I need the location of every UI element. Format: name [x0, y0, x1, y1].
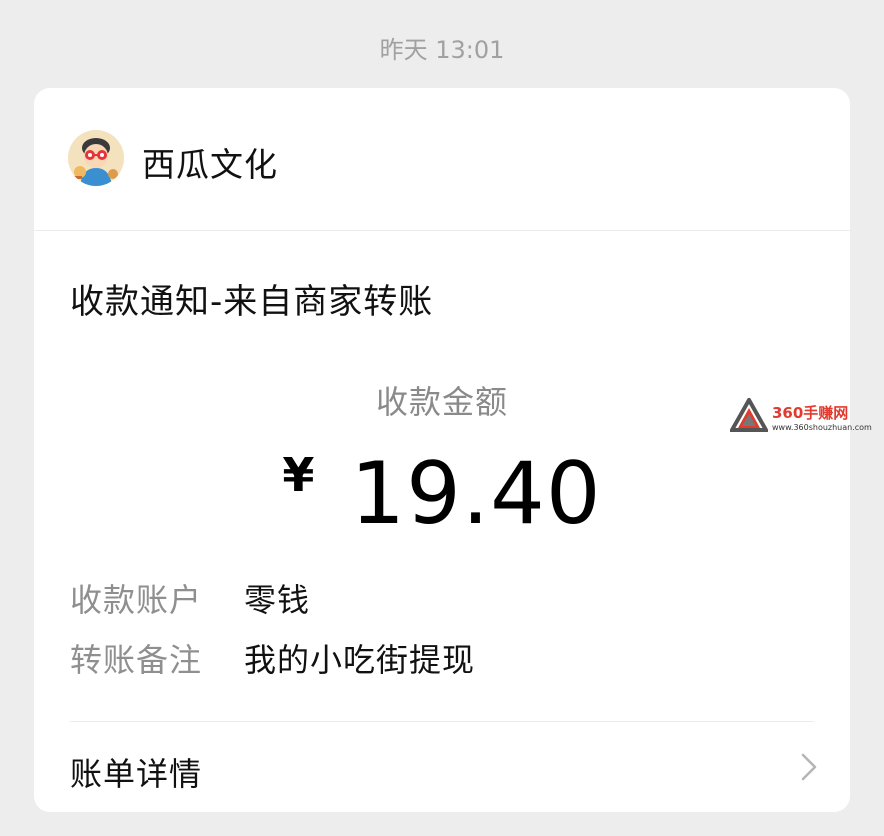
amount-value: 19.40	[350, 444, 602, 544]
card-header[interactable]: 西瓜文化	[34, 88, 850, 231]
merchant-avatar[interactable]	[68, 130, 124, 186]
transfer-note-label: 转账备注	[70, 641, 203, 679]
transfer-note-value: 我的小吃街提现	[244, 641, 476, 679]
receiving-account-value: 零钱	[244, 581, 311, 619]
message-timestamp: 昨天 13:01	[379, 36, 505, 64]
amount-label: 收款金额	[375, 383, 508, 421]
watermark: 360手赚网 www.360shouzhuan.com	[728, 395, 880, 438]
amount-row: ¥19.40	[34, 444, 850, 544]
receiving-account-label: 收款账户	[70, 581, 203, 619]
watermark-title: 360手赚网	[772, 404, 849, 422]
avatar-illustration	[68, 130, 124, 186]
merchant-name: 西瓜文化	[142, 145, 278, 184]
chevron-right-icon	[801, 753, 817, 781]
payment-notification-card[interactable]: 西瓜文化 收款通知-来自商家转账 收款金额 ¥19.40 收款账户 零钱 转账备注…	[34, 88, 850, 812]
notice-title: 收款通知-来自商家转账	[70, 282, 434, 322]
receiving-account-row: 收款账户 零钱	[70, 575, 310, 619]
watermark-logo-icon	[728, 395, 770, 432]
transfer-note-row: 转账备注 我的小吃街提现	[70, 635, 475, 679]
bill-details-row[interactable]: 账单详情	[34, 722, 850, 812]
watermark-url: www.360shouzhuan.com	[772, 423, 872, 432]
bill-details-label: 账单详情	[70, 755, 203, 793]
currency-symbol: ¥	[282, 448, 315, 502]
